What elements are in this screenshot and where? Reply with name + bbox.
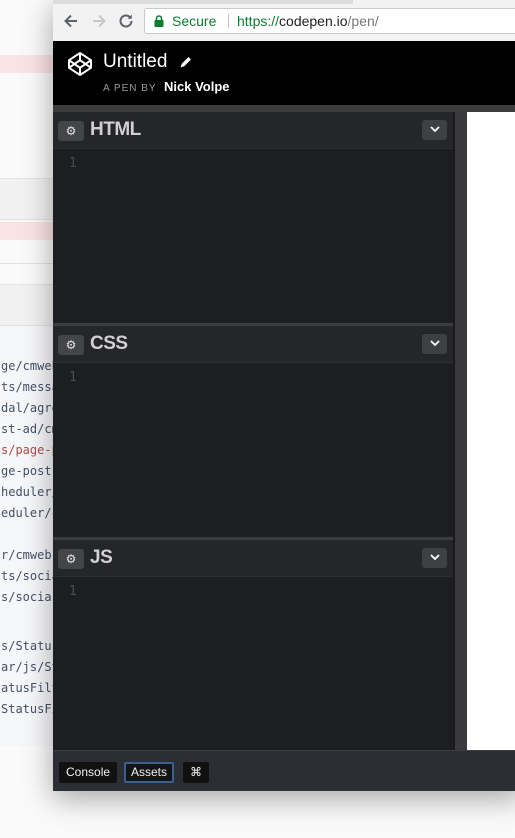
bg-code-line: ge-post-: [1, 464, 59, 478]
forward-arrow-icon[interactable]: [89, 10, 109, 32]
bg-panel: [0, 178, 60, 220]
secure-label: Secure: [172, 13, 217, 29]
gear-icon[interactable]: ⚙: [58, 121, 84, 141]
reload-icon[interactable]: [116, 10, 136, 32]
chevron-down-icon[interactable]: [422, 548, 447, 568]
codepen-footer: Console Assets ⌘: [53, 750, 515, 791]
url-host: codepen.io: [279, 13, 348, 29]
editors-column: ⚙ HTML 1 ⚙ CSS 1 ⚙ JS 1: [53, 112, 453, 750]
pencil-icon[interactable]: [179, 55, 193, 69]
url-scheme: https://: [237, 13, 280, 29]
author-link[interactable]: Nick Volpe: [164, 79, 230, 94]
keyboard-shortcuts-button[interactable]: ⌘: [183, 762, 209, 783]
back-arrow-icon[interactable]: [61, 10, 81, 32]
bg-code-line: heduler/: [1, 485, 59, 499]
bg-code-line: ar/js/St: [1, 660, 59, 674]
line-number: 1: [69, 370, 77, 385]
html-editor[interactable]: ⚙ HTML 1: [53, 112, 453, 323]
lock-icon: [154, 15, 164, 27]
bg-code-line: r/cmweb.: [1, 548, 59, 562]
editor-header: ⚙ CSS: [53, 326, 453, 363]
gear-icon[interactable]: ⚙: [58, 549, 84, 569]
console-button[interactable]: Console: [59, 762, 118, 783]
bg-code-line: StatusFi: [1, 702, 59, 716]
line-number: 1: [69, 156, 77, 171]
chevron-down-icon[interactable]: [422, 334, 447, 354]
url-text: https://codepen.io/pen/: [237, 9, 379, 33]
bg-code-line: s/Status: [1, 639, 59, 653]
address-separator: [228, 14, 229, 28]
bg-code-line: ge/cmweb: [1, 359, 59, 373]
editor-header: ⚙ JS: [53, 540, 453, 577]
bg-code-line: dal/agre: [1, 401, 59, 415]
gear-icon[interactable]: ⚙: [58, 335, 84, 355]
byline-prefix: A PEN BY: [103, 83, 157, 94]
pen-byline: A PEN BY Nick Volpe: [103, 79, 230, 97]
result-preview[interactable]: [467, 112, 515, 750]
bg-code-line: s/page-p: [1, 443, 59, 457]
header-divider: [53, 105, 515, 112]
bg-code-line: s/socia: [1, 590, 52, 604]
bg-divider: [0, 263, 60, 285]
bg-highlight-row: [0, 222, 60, 240]
codepen-logo[interactable]: [67, 51, 93, 77]
chevron-down-icon[interactable]: [422, 120, 447, 140]
browser-toolbar: Secure https://codepen.io/pen/: [53, 0, 515, 42]
bg-panel: [0, 284, 60, 326]
editor-title-html: HTML: [90, 119, 141, 140]
assets-button[interactable]: Assets: [124, 762, 175, 783]
bg-code-line: ts/socia: [1, 569, 59, 583]
editor-title-css: CSS: [90, 333, 128, 354]
url-path: /pen/: [347, 13, 379, 29]
editor-header: ⚙ HTML: [53, 112, 453, 149]
bg-code-line: atusFilt: [1, 681, 59, 695]
line-number: 1: [69, 584, 77, 599]
browser-window: Secure https://codepen.io/pen/ Untitled …: [53, 0, 515, 791]
bg-code-line: eduler/c: [1, 506, 59, 520]
bg-code-line: st-ad/cm: [1, 422, 59, 436]
pen-title[interactable]: Untitled: [103, 50, 167, 74]
js-editor[interactable]: ⚙ JS 1: [53, 540, 453, 750]
css-editor[interactable]: ⚙ CSS 1: [53, 326, 453, 537]
address-bar[interactable]: Secure https://codepen.io/pen/: [144, 8, 515, 34]
codepen-header: Untitled A PEN BY Nick Volpe: [53, 41, 515, 105]
bg-highlight-row: [0, 55, 60, 73]
tab-strip-edge: [53, 0, 353, 4]
bg-code-line: ts/messa: [1, 380, 59, 394]
editor-title-js: JS: [90, 547, 113, 568]
resizer-edge: [453, 112, 455, 750]
preview-resizer[interactable]: [453, 112, 467, 750]
